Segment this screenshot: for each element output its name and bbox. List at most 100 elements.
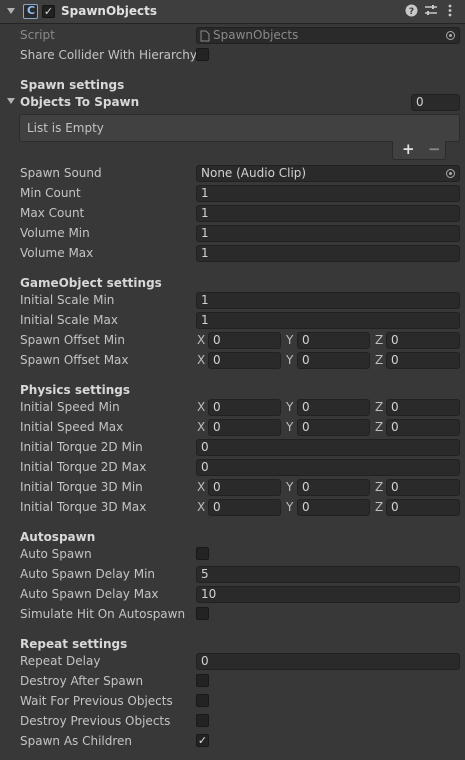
spawn-sound-value: None (Audio Clip) — [201, 166, 307, 180]
spawn-offset-min-x-field[interactable]: 0 — [208, 332, 281, 349]
simulate-hit-label: Simulate Hit On Autospawn — [20, 607, 186, 621]
script-file-icon — [200, 30, 210, 42]
destroy-previous-checkbox[interactable] — [196, 714, 209, 727]
destroy-after-spawn-checkbox[interactable] — [196, 674, 209, 687]
y-axis-label: Y — [286, 353, 294, 367]
presets-icon[interactable] — [424, 4, 438, 18]
y-axis-label: Y — [286, 500, 294, 514]
initial-speed-min-y-field[interactable]: 0 — [297, 399, 370, 416]
objects-to-spawn-label: Objects To Spawn — [20, 95, 140, 109]
destroy-after-spawn-label: Destroy After Spawn — [20, 674, 144, 688]
auto-spawn-delay-max-field[interactable]: 10 — [196, 586, 460, 603]
x-axis-label: X — [197, 353, 206, 367]
initial-speed-max-y-field[interactable]: 0 — [297, 419, 370, 436]
auto-spawn-label: Auto Spawn — [20, 547, 92, 561]
initial-torque-3d-min-y-field[interactable]: 0 — [297, 479, 370, 496]
physics-settings-header: Physics settings — [20, 383, 130, 397]
z-axis-label: Z — [375, 500, 384, 514]
volume-max-field[interactable]: 1 — [196, 245, 460, 262]
max-count-field[interactable]: 1 — [196, 205, 460, 222]
spawn-sound-field[interactable]: None (Audio Clip) — [196, 165, 460, 182]
z-axis-label: Z — [375, 420, 384, 434]
autospawn-header: Autospawn — [20, 530, 96, 544]
auto-spawn-delay-min-field[interactable]: 5 — [196, 566, 460, 583]
spawn-offset-min-label: Spawn Offset Min — [20, 333, 125, 347]
repeat-delay-field[interactable]: 0 — [196, 653, 460, 670]
auto-spawn-checkbox[interactable] — [196, 547, 209, 560]
initial-speed-max-label: Initial Speed Max — [20, 420, 124, 434]
component-header: ✓ SpawnObjects ? — [0, 0, 465, 24]
spawn-offset-max-y-field[interactable]: 0 — [297, 352, 370, 369]
initial-speed-min-z-field[interactable]: 0 — [386, 399, 460, 416]
help-icon[interactable]: ? — [404, 4, 418, 18]
initial-torque-3d-max-y-field[interactable]: 0 — [297, 499, 370, 516]
list-empty-text: List is Empty — [27, 121, 104, 135]
initial-torque-2d-max-label: Initial Torque 2D Max — [20, 460, 147, 474]
component-enabled-checkbox[interactable]: ✓ — [42, 5, 55, 18]
initial-scale-min-label: Initial Scale Min — [20, 293, 115, 307]
wait-for-previous-checkbox[interactable] — [196, 694, 209, 707]
y-axis-label: Y — [286, 333, 294, 347]
initial-scale-max-field[interactable]: 1 — [196, 312, 460, 329]
objects-list-size-field[interactable]: 0 — [411, 94, 460, 111]
add-element-button[interactable]: + — [402, 141, 415, 158]
objects-list-box: List is Empty — [19, 114, 460, 142]
x-axis-label: X — [197, 500, 206, 514]
initial-speed-max-z-field[interactable]: 0 — [386, 419, 460, 436]
initial-scale-max-label: Initial Scale Max — [20, 313, 118, 327]
component-title: SpawnObjects — [61, 4, 157, 18]
initial-torque-3d-min-label: Initial Torque 3D Min — [20, 480, 143, 494]
min-count-field[interactable]: 1 — [196, 185, 460, 202]
object-picker-icon[interactable] — [446, 31, 455, 40]
initial-torque-2d-min-field[interactable]: 0 — [196, 439, 460, 456]
spawn-offset-max-z-field[interactable]: 0 — [386, 352, 460, 369]
spawn-offset-min-z-field[interactable]: 0 — [386, 332, 460, 349]
initial-speed-min-x-field[interactable]: 0 — [208, 399, 281, 416]
repeat-settings-header: Repeat settings — [20, 637, 128, 651]
initial-torque-3d-max-z-field[interactable]: 0 — [386, 499, 460, 516]
x-axis-label: X — [197, 480, 206, 494]
volume-min-label: Volume Min — [20, 226, 90, 240]
spawn-as-children-label: Spawn As Children — [20, 734, 133, 748]
x-axis-label: X — [197, 400, 206, 414]
z-axis-label: Z — [375, 400, 384, 414]
volume-min-field[interactable]: 1 — [196, 225, 460, 242]
spawn-offset-min-y-field[interactable]: 0 — [297, 332, 370, 349]
script-field-value: SpawnObjects — [213, 28, 299, 42]
y-axis-label: Y — [286, 420, 294, 434]
initial-torque-2d-max-field[interactable]: 0 — [196, 459, 460, 476]
initial-torque-3d-min-x-field[interactable]: 0 — [208, 479, 281, 496]
context-menu-icon[interactable] — [443, 4, 457, 18]
x-axis-label: X — [197, 333, 206, 347]
objects-list-foldout-icon[interactable] — [7, 98, 15, 104]
spawn-settings-header: Spawn settings — [20, 78, 125, 92]
script-label: Script — [20, 28, 55, 42]
initial-torque-3d-max-x-field[interactable]: 0 — [208, 499, 281, 516]
initial-speed-max-x-field[interactable]: 0 — [208, 419, 281, 436]
initial-torque-2d-min-label: Initial Torque 2D Min — [20, 440, 143, 454]
svg-text:?: ? — [408, 7, 413, 17]
z-axis-label: Z — [375, 353, 384, 367]
spawn-offset-max-label: Spawn Offset Max — [20, 353, 129, 367]
audio-picker-icon[interactable] — [446, 169, 455, 178]
auto-spawn-delay-max-label: Auto Spawn Delay Max — [20, 587, 159, 601]
z-axis-label: Z — [375, 333, 384, 347]
auto-spawn-delay-min-label: Auto Spawn Delay Min — [20, 567, 156, 581]
remove-element-button[interactable]: − — [428, 141, 441, 158]
script-field[interactable]: SpawnObjects — [196, 27, 460, 44]
x-axis-label: X — [197, 420, 206, 434]
share-collider-checkbox[interactable] — [196, 48, 209, 61]
foldout-arrow-icon[interactable] — [7, 8, 15, 14]
initial-speed-min-label: Initial Speed Min — [20, 400, 120, 414]
spawn-sound-label: Spawn Sound — [20, 166, 102, 180]
spawn-as-children-checkbox[interactable]: ✓ — [196, 734, 209, 747]
initial-scale-min-field[interactable]: 1 — [196, 292, 460, 309]
spawn-offset-max-x-field[interactable]: 0 — [208, 352, 281, 369]
destroy-previous-label: Destroy Previous Objects — [20, 714, 171, 728]
volume-max-label: Volume Max — [20, 246, 94, 260]
simulate-hit-checkbox[interactable] — [196, 607, 209, 620]
z-axis-label: Z — [375, 480, 384, 494]
script-component-icon — [23, 4, 38, 19]
max-count-label: Max Count — [20, 206, 85, 220]
initial-torque-3d-min-z-field[interactable]: 0 — [386, 479, 460, 496]
